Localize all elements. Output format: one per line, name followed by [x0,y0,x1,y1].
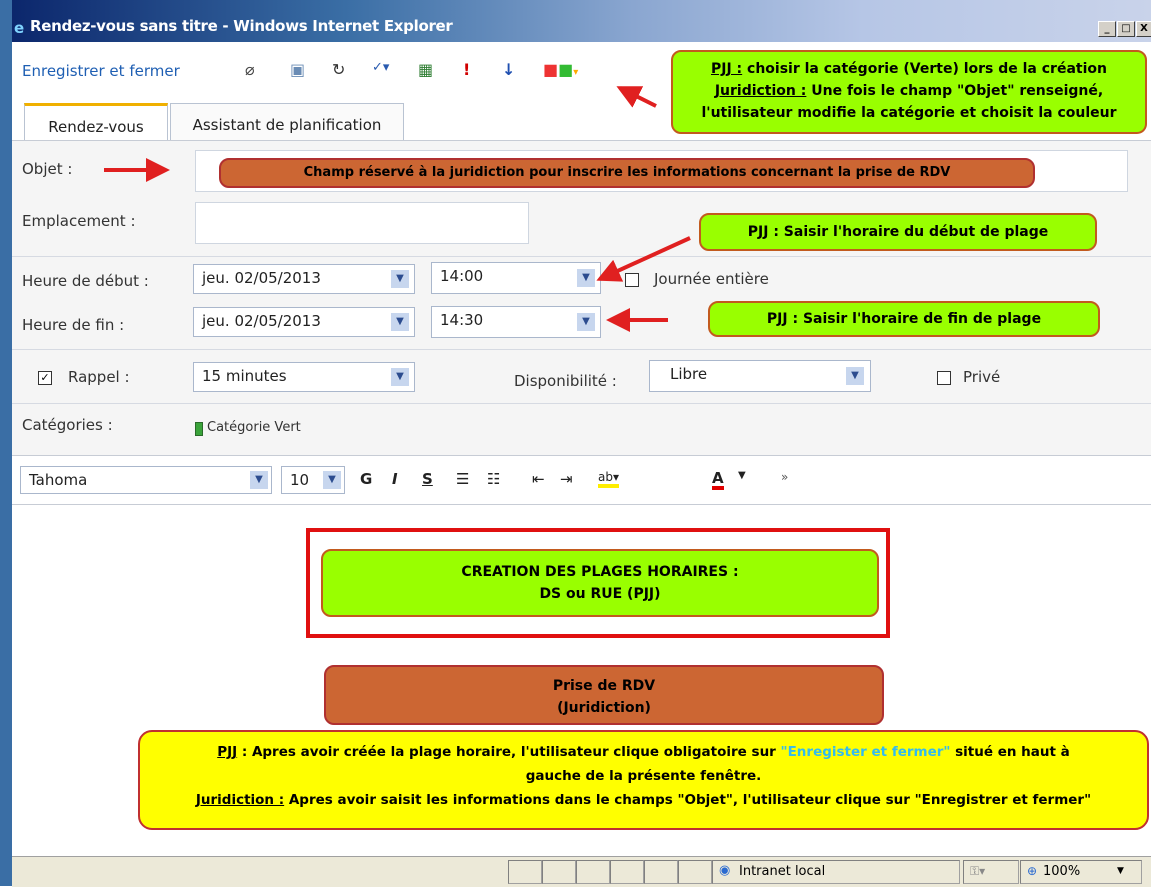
status-pane [576,860,610,884]
zoom-value: 100% [1043,864,1081,879]
arrow-to-categorize [616,86,657,108]
intranet-icon: ◉ [719,863,731,878]
chevron-down-icon[interactable]: ▼ [1117,866,1124,876]
protected-mode-pane[interactable]: ⚿▾ [963,860,1019,884]
zoom-pane[interactable]: ⊕ 100% ▼ [1020,860,1142,884]
status-pane [542,860,576,884]
status-pane [508,860,542,884]
status-pane [678,860,712,884]
status-pane [610,860,644,884]
lock-icon: ⚿▾ [970,864,986,878]
annotation-arrows [104,86,691,332]
zone-label: Intranet local [739,864,826,879]
zoom-icon: ⊕ [1027,864,1038,878]
status-zone-pane: ◉ Intranet local [712,860,960,884]
status-pane [644,860,678,884]
arrow-to-start-time [596,236,691,282]
